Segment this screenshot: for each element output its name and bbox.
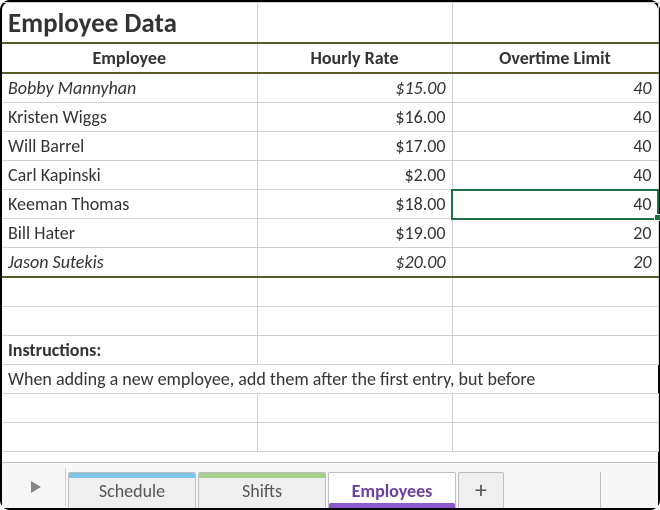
overtime-limit-cell[interactable]: 20 [452,248,658,278]
cell[interactable] [452,306,658,335]
tab-shifts[interactable]: Shifts [198,472,326,508]
hourly-rate-cell[interactable]: $18.00 [257,190,452,219]
tab-label: Schedule [99,480,165,502]
cell[interactable] [2,277,257,306]
overtime-limit-cell[interactable]: 40 [452,161,658,190]
employee-name-cell[interactable]: Bobby Mannyhan [2,73,257,103]
plus-icon: + [475,476,487,505]
overtime-limit-cell[interactable]: 20 [452,219,658,248]
cell[interactable] [2,393,257,422]
instructions-label[interactable]: Instructions: [2,335,257,364]
spreadsheet-grid[interactable]: Employee Data EmployeeHourly RateOvertim… [2,2,658,460]
cell[interactable] [257,3,452,44]
add-sheet-button[interactable]: + [458,472,504,508]
employee-name-cell[interactable]: Carl Kapinski [2,161,257,190]
tab-schedule[interactable]: Schedule [68,472,196,508]
cell[interactable] [257,277,452,306]
instructions-text[interactable]: When adding a new employee, add them aft… [2,364,658,393]
tab-color-stripe [69,473,195,478]
cell[interactable] [257,335,452,364]
hourly-rate-cell[interactable]: $15.00 [257,73,452,103]
cell[interactable] [257,393,452,422]
hourly-rate-cell[interactable]: $2.00 [257,161,452,190]
column-header[interactable]: Employee [2,43,257,73]
play-icon [28,479,44,495]
employee-name-cell[interactable]: Jason Sutekis [2,248,257,278]
cell[interactable] [452,422,658,451]
tab-employees[interactable]: Employees [328,472,456,508]
tab-label: Employees [352,480,433,502]
tab-color-stripe [199,473,325,478]
column-header[interactable]: Hourly Rate [257,43,452,73]
cell[interactable] [2,422,257,451]
tabbar-trailing [600,472,654,508]
employee-name-cell[interactable]: Kristen Wiggs [2,103,257,132]
sheet-title[interactable]: Employee Data [2,3,257,44]
employee-name-cell[interactable]: Bill Hater [2,219,257,248]
column-header[interactable]: Overtime Limit [452,43,658,73]
overtime-limit-cell[interactable]: 40 [452,73,658,103]
cell[interactable] [257,422,452,451]
cell[interactable] [452,3,658,44]
employee-name-cell[interactable]: Keeman Thomas [2,190,257,219]
hourly-rate-cell[interactable]: $17.00 [257,132,452,161]
employee-name-cell[interactable]: Will Barrel [2,132,257,161]
tab-label: Shifts [242,480,282,502]
hourly-rate-cell[interactable]: $16.00 [257,103,452,132]
overtime-limit-cell[interactable]: 40 [452,190,658,219]
hourly-rate-cell[interactable]: $20.00 [257,248,452,278]
overtime-limit-cell[interactable]: 40 [452,132,658,161]
sheet-nav-button[interactable] [6,468,66,506]
cell[interactable] [452,393,658,422]
cell[interactable] [257,306,452,335]
cell[interactable] [452,277,658,306]
cell[interactable] [452,335,658,364]
fill-handle[interactable] [654,214,660,221]
tab-color-stripe [329,503,455,508]
sheet-tab-bar: Schedule Shifts Employees + [2,462,658,508]
hourly-rate-cell[interactable]: $19.00 [257,219,452,248]
cell[interactable] [2,306,257,335]
overtime-limit-cell[interactable]: 40 [452,103,658,132]
